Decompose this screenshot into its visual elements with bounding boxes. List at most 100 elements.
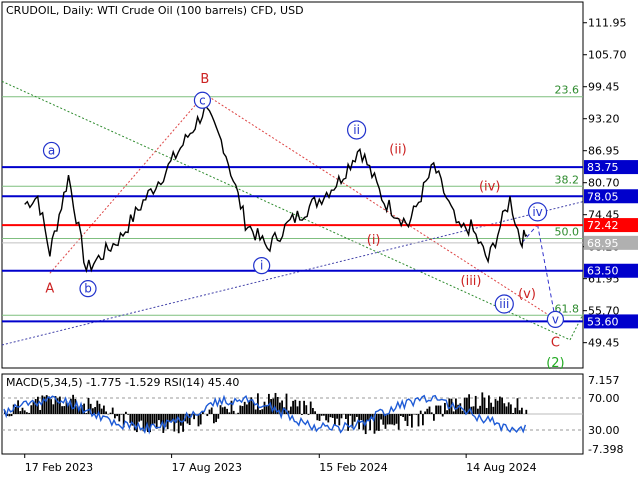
macd-histogram-bar (156, 414, 158, 429)
macd-histogram-bar (446, 410, 448, 414)
macd-histogram-bar (319, 414, 321, 421)
x-tick-label: 17 Aug 2023 (172, 461, 242, 474)
macd-histogram-bar (297, 406, 299, 414)
wave-label: B (200, 72, 209, 87)
macd-histogram-bar (426, 409, 428, 414)
y-tick-label: 99.45 (588, 81, 620, 94)
indicator-tick-label: 7.157 (588, 374, 620, 387)
macd-histogram-bar (462, 411, 464, 414)
macd-histogram-bar (294, 400, 296, 414)
macd-histogram-bar (387, 414, 389, 424)
macd-histogram-bar (442, 414, 444, 417)
macd-histogram-bar (213, 414, 215, 423)
macd-histogram-bar (116, 414, 118, 416)
macd-histogram-bar (200, 414, 202, 424)
macd-histogram-bar (389, 414, 391, 424)
macd-histogram-bar (347, 414, 349, 431)
wave-label: b (84, 282, 92, 296)
chart-window: 111.95105.7099.4593.2086.9580.7074.4568.… (0, 0, 640, 480)
macd-histogram-bar (110, 413, 112, 414)
y-tick-label: 93.20 (588, 113, 620, 126)
chart-title: CRUDOIL, Daily: WTI Crude Oil (100 barre… (6, 4, 304, 17)
macd-histogram-bar (431, 412, 433, 414)
macd-histogram-bar (510, 404, 512, 414)
fib-level-label: 38.2 (555, 173, 580, 186)
macd-histogram-bar (477, 409, 479, 414)
macd-histogram-bar (499, 397, 501, 414)
macd-histogram-bar (30, 405, 32, 414)
macd-histogram-bar (514, 408, 516, 414)
macd-histogram-bar (525, 410, 527, 414)
macd-histogram-bar (35, 399, 37, 414)
macd-histogram-bar (497, 401, 499, 414)
macd-histogram-bar (398, 414, 400, 430)
macd-histogram-bar (305, 405, 307, 414)
macd-histogram-bar (354, 414, 356, 422)
macd-histogram-bar (224, 407, 226, 414)
macd-histogram-bar (422, 414, 424, 425)
macd-histogram-bar (429, 407, 431, 414)
wave-label: v (552, 312, 559, 326)
wave-label: A (45, 282, 54, 297)
macd-histogram-bar (180, 414, 182, 426)
macd-histogram-bar (453, 411, 455, 414)
macd-histogram-bar (222, 407, 224, 414)
macd-histogram-bar (169, 414, 171, 421)
macd-histogram-bar (209, 410, 211, 414)
macd-histogram-bar (52, 404, 54, 414)
indicator-tick-label: 70.00 (588, 392, 620, 405)
macd-histogram-bar (393, 414, 395, 425)
macd-histogram-bar (360, 414, 362, 420)
macd-histogram-bar (96, 401, 98, 414)
indicator-tick-label: 30.00 (588, 424, 620, 437)
macd-histogram-bar (402, 414, 404, 417)
macd-histogram-bar (215, 414, 217, 422)
macd-histogram-bar (418, 414, 420, 426)
x-tick-label: 17 Feb 2023 (25, 461, 93, 474)
macd-histogram-bar (486, 408, 488, 414)
macd-histogram-bar (105, 411, 107, 414)
macd-histogram-bar (338, 414, 340, 425)
macd-histogram-bar (220, 405, 222, 414)
macd-histogram-bar (239, 405, 241, 414)
macd-histogram-bar (292, 401, 294, 414)
macd-histogram-bar (481, 392, 483, 414)
macd-histogram-bar (39, 410, 41, 414)
wave-label: iii (499, 297, 509, 311)
macd-histogram-bar (321, 414, 323, 416)
macd-histogram-bar (228, 412, 230, 414)
wave-label: (iii) (461, 274, 482, 289)
macd-histogram-bar (255, 410, 257, 414)
macd-histogram-bar (138, 414, 140, 422)
macd-histogram-bar (330, 414, 332, 417)
fib-level-label: 23.6 (555, 84, 580, 97)
macd-histogram-bar (158, 414, 160, 420)
macd-histogram-bar (503, 403, 505, 414)
macd-histogram-bar (314, 411, 316, 414)
y-tick-label: 111.95 (588, 17, 627, 30)
current-price-label: 68.95 (587, 237, 619, 250)
macd-histogram-bar (26, 412, 28, 414)
price-chart: 111.95105.7099.4593.2086.9580.7074.4568.… (0, 0, 640, 480)
macd-histogram-bar (211, 408, 213, 414)
macd-histogram-bar (492, 407, 494, 414)
macd-histogram-bar (308, 414, 310, 415)
macd-histogram-bar (506, 406, 508, 414)
macd-histogram-bar (182, 414, 184, 432)
macd-histogram-bar (233, 411, 235, 414)
macd-histogram-bar (85, 413, 87, 414)
macd-histogram-bar (11, 414, 13, 416)
macd-histogram-bar (244, 402, 246, 414)
wave-label: (ii) (389, 142, 406, 157)
macd-histogram-bar (409, 414, 411, 416)
macd-histogram-bar (151, 414, 153, 425)
wave-label: i (260, 259, 263, 273)
macd-histogram-bar (290, 407, 292, 414)
macd-histogram-bar (420, 411, 422, 414)
macd-histogram-bar (336, 414, 338, 419)
macd-histogram-bar (114, 414, 116, 418)
x-tick-label: 14 Aug 2024 (466, 461, 536, 474)
macd-histogram-bar (121, 414, 123, 415)
wave-label: a (48, 143, 55, 157)
macd-histogram-bar (61, 406, 63, 414)
